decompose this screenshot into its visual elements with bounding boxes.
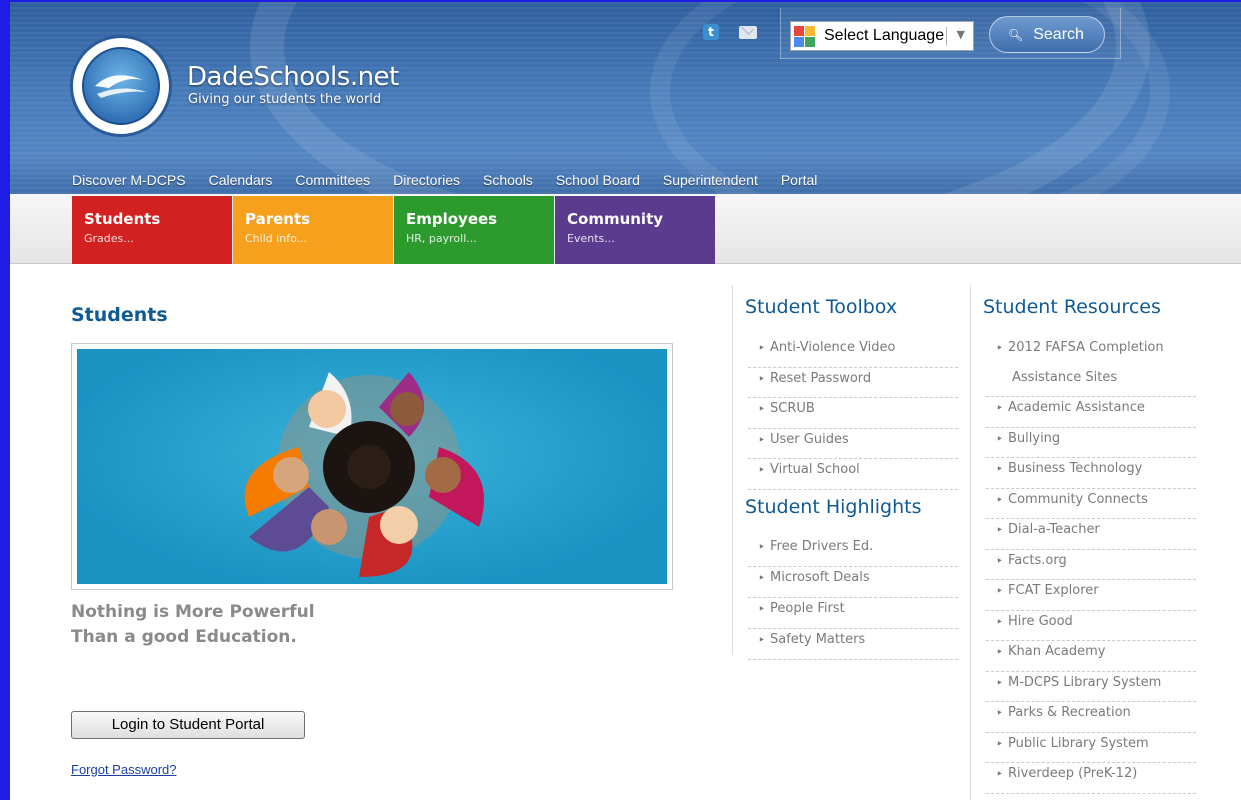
tagline-line-2: Than a good Education. [71,627,297,647]
search-button[interactable]: 🔍︎ Search [989,16,1105,53]
resources-item[interactable]: Academic Assistance [986,397,1196,428]
hero-image [77,349,667,584]
google-translate-icon [794,25,815,47]
highlights-list: Free Drivers Ed. Microsoft Deals People … [748,536,958,660]
highlights-item[interactable]: Free Drivers Ed. [748,536,958,567]
site-title[interactable]: DadeSchools.net [187,62,399,92]
email-icon[interactable] [739,26,757,39]
nav-schools[interactable]: Schools [483,172,533,188]
tagline-line-1: Nothing is More Powerful [71,602,315,622]
nav-committees[interactable]: Committees [295,172,370,188]
select-separator [946,27,947,46]
resources-item[interactable]: Community Connects [986,489,1196,519]
toolbox-item[interactable]: User Guides [748,429,958,459]
search-icon: 🔍︎ [1008,27,1024,42]
hero-image-frame [71,343,673,590]
resources-item[interactable]: M-DCPS Library System [986,672,1196,702]
toolbox-list: Anti-Violence Video Reset Password SCRUB… [748,337,958,490]
toolbox-item[interactable]: SCRUB [748,398,958,429]
tab-students-subtitle: Grades... [84,232,134,245]
chevron-down-icon: ▼ [956,28,965,41]
tab-community-subtitle: Events... [567,232,615,245]
forgot-password-link[interactable]: Forgot Password? [71,762,177,777]
tab-parents[interactable]: Parents Child info... [233,196,393,264]
language-select-label: Select Language [824,27,945,44]
tab-students-title: Students [84,210,161,228]
site-tagline: Giving our students the world [188,92,382,107]
toolbox-item[interactable]: Reset Password [748,368,958,398]
tab-parents-subtitle: Child info... [245,232,308,245]
nav-superintendent[interactable]: Superintendent [663,172,758,188]
tab-community-title: Community [567,210,664,228]
resources-item[interactable]: Riverdeep (PreK-12) [986,763,1196,794]
tab-community[interactable]: Community Events... [555,196,715,264]
resources-item[interactable]: Parks & Recreation [986,702,1196,733]
resources-item[interactable]: 2012 FAFSA Completion [986,337,1196,367]
column-divider [732,285,733,655]
tab-employees-subtitle: HR, payroll... [406,232,477,245]
resources-item[interactable]: Public Library System [986,733,1196,763]
tab-employees[interactable]: Employees HR, payroll... [394,196,554,264]
nav-calendars[interactable]: Calendars [209,172,273,188]
page-title: Students [71,304,168,326]
resources-item[interactable]: Facts.org [986,550,1196,580]
logo-graphic [95,75,147,98]
hero-children-illustration [244,372,484,577]
resources-item[interactable]: Business Technology [986,458,1196,489]
toolbox-heading: Student Toolbox [745,296,898,318]
highlights-item[interactable]: Safety Matters [748,629,958,660]
resources-heading: Student Resources [983,296,1161,318]
column-divider-2 [970,285,971,800]
resources-item[interactable]: FCAT Explorer [986,580,1196,611]
nav-school-board[interactable]: School Board [556,172,640,188]
login-student-portal-button[interactable]: Login to Student Portal [71,711,305,739]
highlights-heading: Student Highlights [745,496,922,518]
resources-list: 2012 FAFSA Completion Assistance Sites A… [986,337,1196,794]
resources-item[interactable]: Bullying [986,428,1196,458]
twitter-icon[interactable]: t [703,24,719,40]
resources-item[interactable]: Hire Good [986,611,1196,641]
nav-directories[interactable]: Directories [393,172,460,188]
highlights-item[interactable]: People First [748,598,958,629]
toolbox-item[interactable]: Anti-Violence Video [748,337,958,368]
language-select[interactable]: Select Language ▼ [790,21,974,51]
tab-parents-title: Parents [245,210,311,228]
tab-employees-title: Employees [406,210,498,228]
nav-discover[interactable]: Discover M-DCPS [72,172,186,188]
tab-students[interactable]: Students Grades... [72,196,232,264]
resources-item[interactable]: Assistance Sites [986,367,1196,397]
nav-portal[interactable]: Portal [781,172,818,188]
search-button-label: Search [1033,25,1084,43]
district-logo[interactable] [70,35,172,137]
main-nav: Discover M-DCPS Calendars Committees Dir… [72,172,840,188]
resources-item[interactable]: Khan Academy [986,641,1196,672]
hero-tagline: Nothing is More Powerful Than a good Edu… [71,600,315,650]
header: DadeSchools.net Giving our students the … [10,2,1241,194]
highlights-item[interactable]: Microsoft Deals [748,567,958,598]
toolbox-item[interactable]: Virtual School [748,459,958,490]
page: DadeSchools.net Giving our students the … [10,2,1241,800]
resources-item[interactable]: Dial-a-Teacher [986,519,1196,550]
